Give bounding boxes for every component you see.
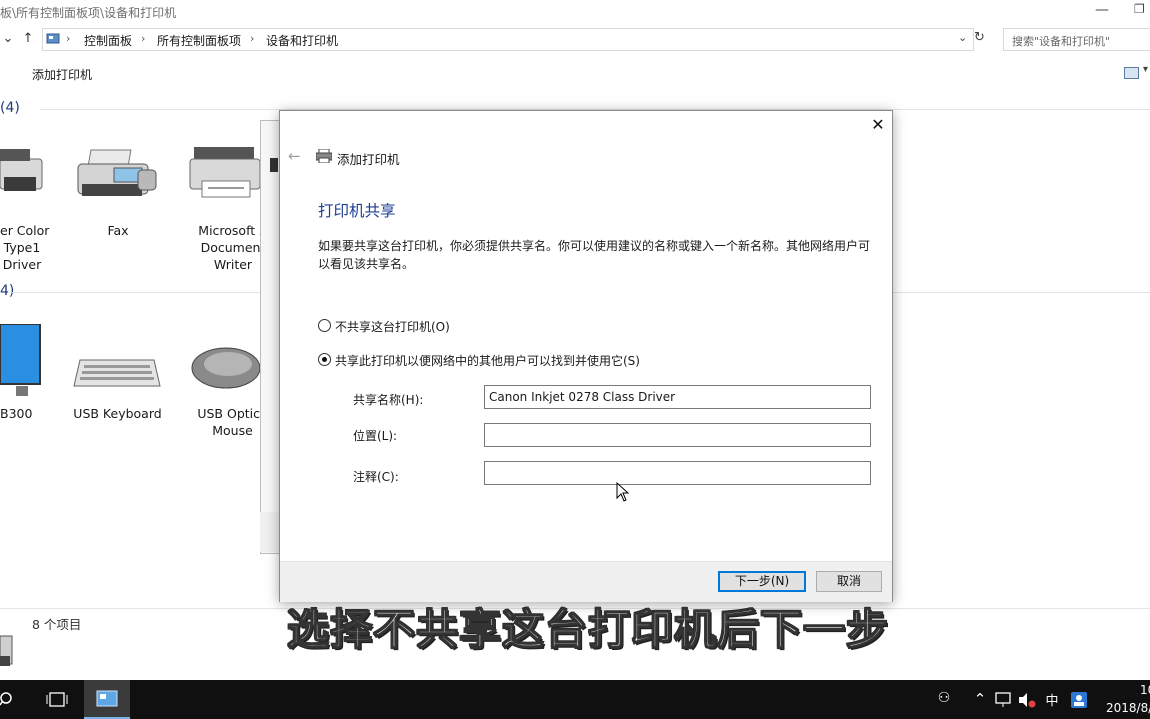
share-name-label: 共享名称(H): — [353, 393, 424, 407]
clock-date[interactable]: 2018/8/ — [1106, 701, 1150, 715]
description-text: 如果要共享这台打印机，你必须提供共享名。你可以使用建议的名称或键入一个新名称。其… — [318, 239, 871, 271]
chevron-down-icon[interactable]: ⌄ — [0, 31, 16, 49]
clock-time[interactable]: 10 — [1140, 683, 1150, 697]
search-input[interactable]: 搜索"设备和打印机" — [1003, 28, 1150, 51]
view-options-icon[interactable] — [1124, 67, 1139, 79]
search-placeholder: 搜索"设备和打印机" — [1012, 35, 1111, 48]
monitor-icon[interactable] — [0, 324, 44, 400]
back-arrow-icon[interactable]: ← — [288, 147, 301, 165]
breadcrumb-separator: › — [66, 32, 71, 45]
volume-muted-icon[interactable] — [1018, 692, 1036, 708]
refresh-icon[interactable]: ↻ — [974, 30, 990, 48]
comment-field[interactable] — [484, 461, 871, 485]
mouse-icon[interactable] — [190, 344, 264, 394]
share-radio[interactable] — [318, 353, 331, 366]
taskbar-control-panel[interactable] — [84, 680, 130, 719]
share-name-field[interactable] — [484, 385, 871, 409]
chevron-up-icon[interactable]: ⌃ — [970, 690, 990, 710]
mouse-cursor-icon — [616, 482, 630, 502]
close-icon[interactable]: ✕ — [870, 117, 886, 133]
keyboard-icon[interactable] — [72, 358, 162, 390]
address-bar[interactable]: › 控制面板 › 所有控制面板项 › 设备和打印机 ⌄ — [42, 28, 974, 51]
breadcrumb-separator: › — [141, 32, 146, 45]
restore-icon[interactable]: ❐ — [1134, 2, 1150, 20]
next-button[interactable]: 下一步(N) — [718, 571, 806, 592]
item-count: 8 个项目 — [32, 617, 82, 632]
people-icon[interactable]: ⚇ — [934, 690, 954, 710]
ime-indicator[interactable]: 中 — [1042, 690, 1062, 710]
command-bar — [0, 58, 1150, 90]
network-icon[interactable] — [995, 692, 1013, 708]
printers-group-header[interactable]: (4) — [0, 100, 20, 116]
fax-icon[interactable] — [74, 144, 160, 204]
task-view-icon[interactable] — [46, 691, 68, 709]
breadcrumb-separator: › — [250, 32, 255, 45]
video-subtitle: 选择不共享这台打印机后下一步 — [286, 604, 890, 655]
chevron-down-icon[interactable]: ⌄ — [958, 31, 967, 44]
up-arrow-icon[interactable]: ↑ — [20, 31, 36, 49]
dialog-title: 添加打印机 — [337, 152, 400, 167]
breadcrumb-control-panel[interactable]: 控制面板 — [84, 32, 132, 49]
location-field[interactable] — [484, 423, 871, 447]
printer-icon[interactable] — [188, 147, 262, 201]
printer-icon — [0, 635, 13, 666]
comment-label: 注释(C): — [353, 470, 399, 484]
page-heading: 打印机共享 — [318, 202, 396, 220]
breadcrumb-devices-printers[interactable]: 设备和打印机 — [266, 32, 338, 49]
printer-icon — [270, 158, 278, 172]
minimize-icon[interactable]: — — [1093, 2, 1111, 20]
add-printer-command[interactable]: 添加打印机 — [32, 66, 92, 83]
control-panel-icon — [46, 33, 60, 44]
no-share-radio[interactable] — [318, 319, 331, 332]
devices-group-header[interactable]: 4) — [0, 283, 14, 299]
printer-icon — [316, 149, 332, 163]
window-title: 板\所有控制面板项\设备和打印机 — [0, 6, 177, 20]
control-panel-icon — [96, 690, 118, 707]
search-icon[interactable] — [0, 690, 16, 710]
breadcrumb-all-items[interactable]: 所有控制面板项 — [157, 32, 241, 49]
notification-app-icon[interactable] — [1070, 691, 1088, 709]
device-label[interactable]: er Color Type1 Driver — [0, 222, 49, 273]
printer-icon[interactable] — [0, 147, 44, 199]
device-label[interactable]: B300 — [0, 405, 32, 422]
cancel-button[interactable]: 取消 — [816, 571, 882, 592]
no-share-label[interactable]: 不共享这台打印机(O) — [335, 318, 450, 335]
location-label: 位置(L): — [353, 429, 398, 443]
add-printer-dialog: ✕ ← 添加打印机 打印机共享 如果要共享这台打印机，你必须提供共享名。你可以使… — [279, 110, 893, 602]
device-label[interactable]: Fax — [88, 222, 148, 239]
share-label[interactable]: 共享此打印机以便网络中的其他用户可以找到并使用它(S) — [335, 352, 640, 369]
chevron-down-icon[interactable]: ▾ — [1143, 64, 1148, 75]
device-label[interactable]: USB Keyboard — [70, 405, 165, 422]
